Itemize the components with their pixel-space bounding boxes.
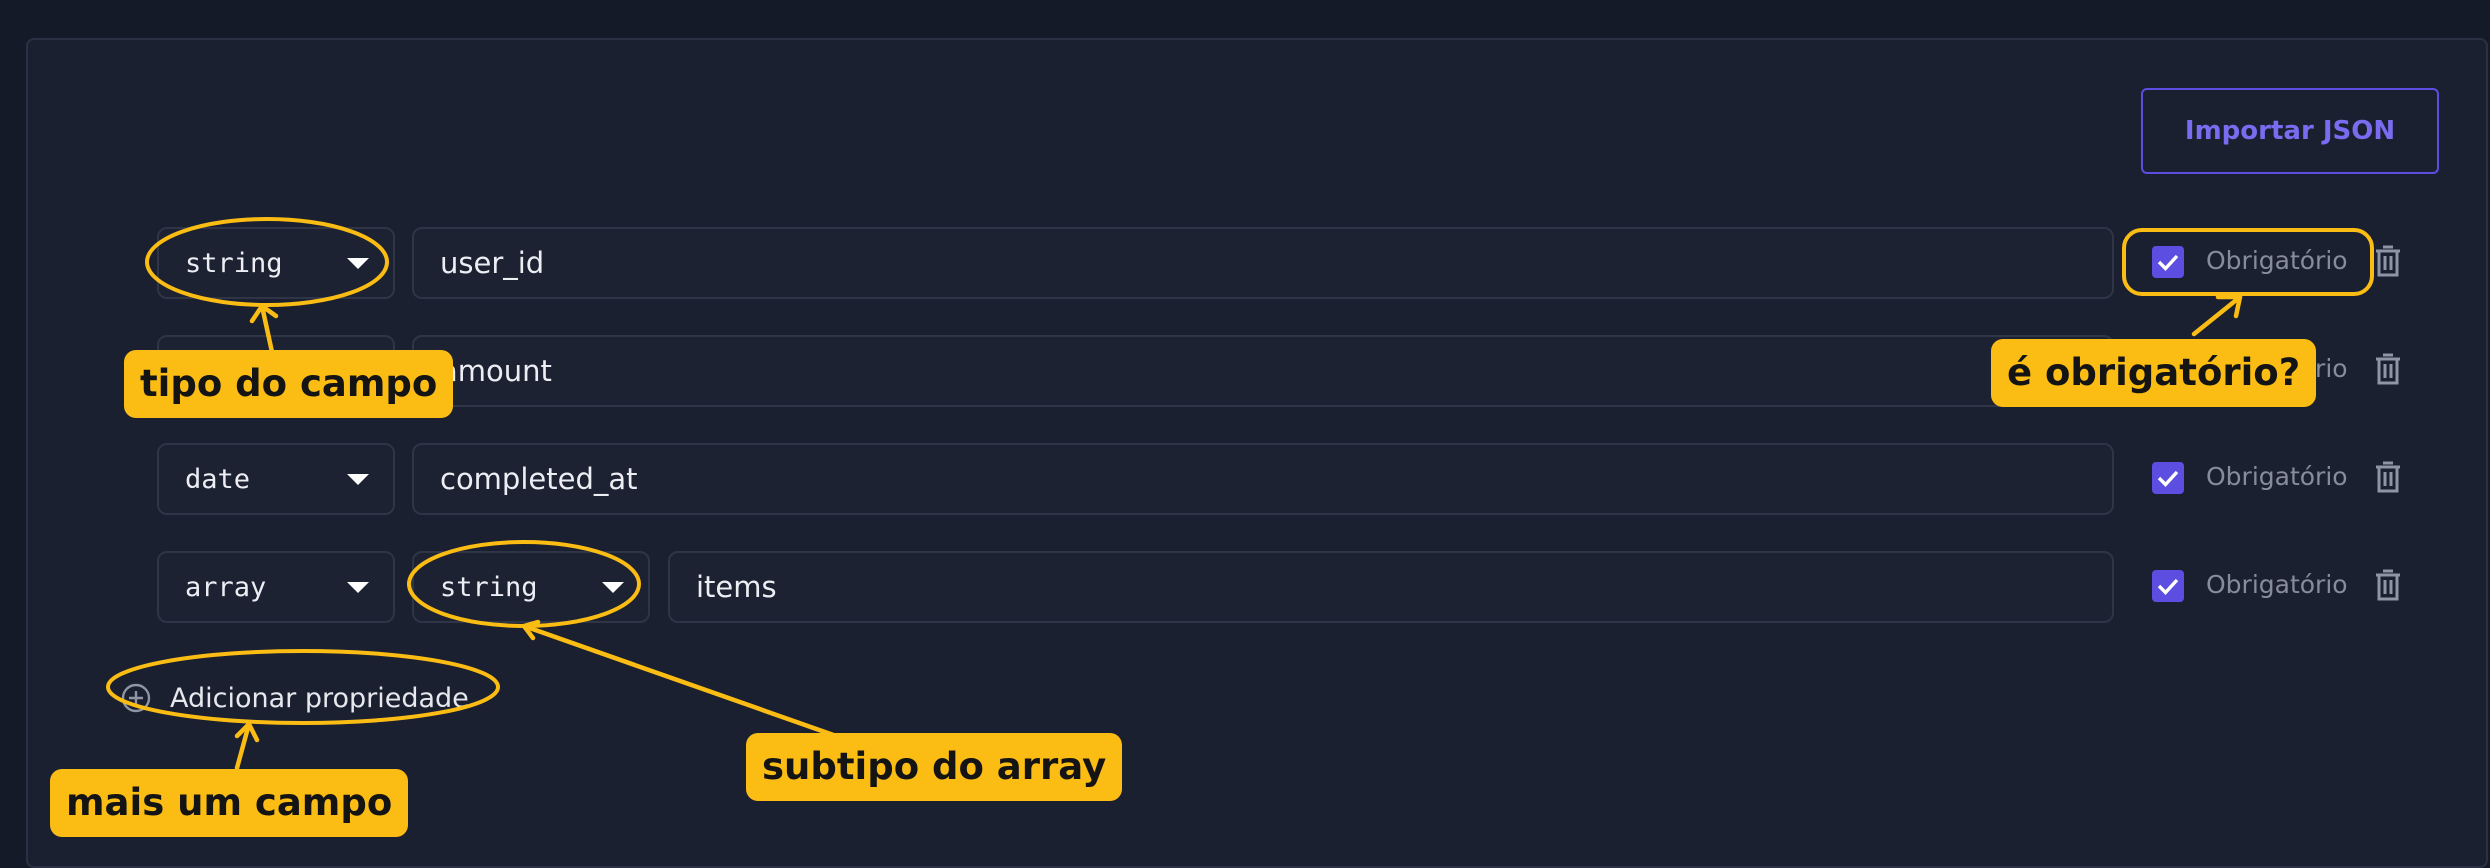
chevron-down-icon bbox=[347, 258, 369, 269]
field-name-value: user_id bbox=[440, 246, 545, 280]
check-icon bbox=[2157, 254, 2179, 271]
annotation-add-field: mais um campo bbox=[50, 769, 409, 837]
trash-icon[interactable] bbox=[2373, 244, 2403, 278]
array-subtype-select[interactable]: string bbox=[412, 551, 650, 623]
annotation-array-subtype: subtipo do array bbox=[746, 733, 1123, 801]
add-property-button[interactable]: Adicionar propriedade bbox=[120, 680, 469, 716]
trash-icon[interactable] bbox=[2373, 460, 2403, 494]
field-name-input[interactable]: items bbox=[668, 551, 2114, 623]
field-type-select[interactable]: string bbox=[157, 227, 395, 299]
required-checkbox[interactable] bbox=[2152, 246, 2184, 278]
required-checkbox[interactable] bbox=[2152, 462, 2184, 494]
field-name-value: items bbox=[696, 570, 777, 604]
check-icon bbox=[2157, 578, 2179, 595]
trash-icon[interactable] bbox=[2373, 352, 2403, 386]
annotation-required: é obrigatório? bbox=[1991, 339, 2317, 407]
field-name-input[interactable]: completed_at bbox=[412, 443, 2114, 515]
import-json-button[interactable]: Importar JSON bbox=[2141, 88, 2439, 174]
field-type-value: array bbox=[185, 571, 267, 603]
field-name-input[interactable]: user_id bbox=[412, 227, 2114, 299]
plus-circle-icon bbox=[121, 683, 151, 713]
chevron-down-icon bbox=[602, 582, 624, 593]
field-type-select[interactable]: date bbox=[157, 443, 395, 515]
check-icon bbox=[2157, 470, 2179, 487]
field-name-value: amount bbox=[440, 354, 552, 388]
chevron-down-icon bbox=[347, 474, 369, 485]
required-checkbox[interactable] bbox=[2152, 570, 2184, 602]
annotation-field-type: tipo do campo bbox=[124, 350, 454, 418]
trash-icon[interactable] bbox=[2373, 568, 2403, 602]
array-subtype-value: string bbox=[440, 571, 538, 603]
field-type-select[interactable]: array bbox=[157, 551, 395, 623]
chevron-down-icon bbox=[347, 582, 369, 593]
field-name-input[interactable]: amount bbox=[412, 335, 2114, 407]
required-label: Obrigatório bbox=[2206, 462, 2348, 491]
field-type-value: string bbox=[185, 247, 283, 279]
required-label: Obrigatório bbox=[2206, 570, 2348, 599]
add-property-label: Adicionar propriedade bbox=[170, 682, 469, 714]
required-label: Obrigatório bbox=[2206, 246, 2348, 275]
field-name-value: completed_at bbox=[440, 462, 638, 496]
field-type-value: date bbox=[185, 463, 251, 495]
